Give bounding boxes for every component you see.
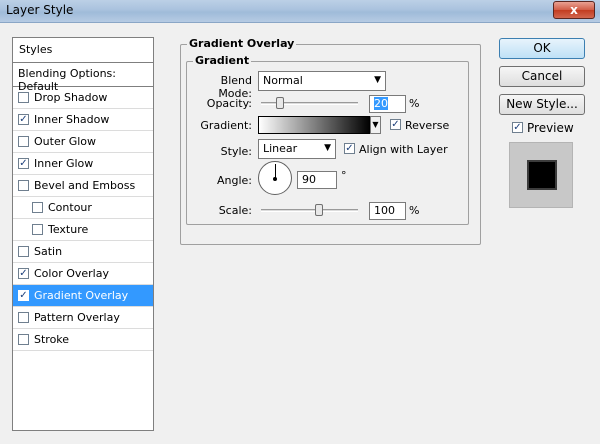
style-item-label: Bevel and Emboss <box>34 179 136 192</box>
style-checkbox[interactable] <box>18 312 29 323</box>
preview-checkbox[interactable] <box>512 122 523 133</box>
style-item-label: Outer Glow <box>34 135 97 148</box>
blend-mode-select[interactable]: Normal ▼ <box>258 71 386 91</box>
gradient-dropdown-icon[interactable]: ▼ <box>370 116 381 134</box>
layer-style-dialog: Styles Blending Options: Default Drop Sh… <box>0 23 600 444</box>
style-checkbox[interactable] <box>18 290 29 301</box>
opacity-value: 20 <box>374 97 388 110</box>
style-checkbox[interactable] <box>32 202 43 213</box>
align-with-layer-checkbox[interactable] <box>344 143 355 154</box>
close-icon: x <box>570 3 578 17</box>
angle-input[interactable]: 90 <box>297 171 337 189</box>
style-checkbox[interactable] <box>18 158 29 169</box>
style-item[interactable]: Drop Shadow <box>13 87 153 109</box>
gradient-picker[interactable] <box>258 116 371 134</box>
styles-header[interactable]: Styles <box>13 38 153 63</box>
style-select[interactable]: Linear ▼ <box>258 139 336 159</box>
scale-label: Scale: <box>218 204 252 217</box>
preview-swatch <box>527 160 557 190</box>
blend-mode-value: Normal <box>263 74 303 87</box>
title-bar: Layer Style x <box>0 0 600 23</box>
chevron-down-icon: ▼ <box>374 75 381 85</box>
new-style-button[interactable]: New Style... <box>499 94 585 115</box>
style-item[interactable]: Satin <box>13 241 153 263</box>
reverse-checkbox[interactable] <box>390 119 401 130</box>
style-item-label: Color Overlay <box>34 267 109 280</box>
scale-slider-track[interactable] <box>261 209 358 212</box>
style-checkbox[interactable] <box>32 224 43 235</box>
style-item-label: Drop Shadow <box>34 91 108 104</box>
style-checkbox[interactable] <box>18 114 29 125</box>
style-item-label: Satin <box>34 245 63 258</box>
angle-unit: ° <box>341 169 347 182</box>
styles-list: Styles Blending Options: Default Drop Sh… <box>12 37 154 431</box>
blending-options-item[interactable]: Blending Options: Default <box>13 63 153 93</box>
style-checkbox[interactable] <box>18 136 29 147</box>
style-checkbox[interactable] <box>18 334 29 345</box>
scale-input[interactable]: 100 <box>369 202 406 220</box>
style-item[interactable]: Gradient Overlay <box>13 285 153 307</box>
style-item-label: Pattern Overlay <box>34 311 120 324</box>
angle-label: Angle: <box>216 174 252 187</box>
style-item-label: Inner Shadow <box>34 113 110 126</box>
close-button[interactable]: x <box>553 1 595 19</box>
opacity-slider-thumb[interactable] <box>276 97 285 109</box>
style-checkbox[interactable] <box>18 246 29 257</box>
style-item[interactable]: Outer Glow <box>13 131 153 153</box>
style-item[interactable]: Color Overlay <box>13 263 153 285</box>
opacity-unit: % <box>409 97 420 110</box>
group-title: Gradient Overlay <box>187 37 297 50</box>
align-with-layer-label: Align with Layer <box>359 143 448 156</box>
style-item[interactable]: Bevel and Emboss <box>13 175 153 197</box>
style-value: Linear <box>263 142 298 155</box>
style-label: Style: <box>220 145 252 158</box>
reverse-label: Reverse <box>405 119 450 132</box>
style-item-label: Texture <box>48 223 89 236</box>
window-title: Layer Style <box>6 3 74 17</box>
style-item[interactable]: Stroke <box>13 329 153 351</box>
style-item-label: Gradient Overlay <box>34 289 129 302</box>
scale-slider-thumb[interactable] <box>315 204 324 216</box>
ok-button[interactable]: OK <box>499 38 585 59</box>
style-item[interactable]: Texture <box>13 219 153 241</box>
style-checkbox[interactable] <box>18 180 29 191</box>
preview-thumbnail <box>509 142 573 208</box>
style-item-label: Contour <box>48 201 92 214</box>
opacity-label: Opacity: <box>206 97 252 110</box>
preview-label: Preview <box>527 121 574 135</box>
style-item[interactable]: Inner Glow <box>13 153 153 175</box>
scale-unit: % <box>409 204 420 217</box>
angle-dial[interactable] <box>258 161 292 195</box>
cancel-button[interactable]: Cancel <box>499 66 585 87</box>
style-item[interactable]: Inner Shadow <box>13 109 153 131</box>
angle-center-dot <box>273 177 277 181</box>
style-item[interactable]: Contour <box>13 197 153 219</box>
opacity-input[interactable]: 20 <box>369 95 406 113</box>
gradient-label: Gradient: <box>200 119 252 132</box>
style-item-label: Stroke <box>34 333 70 346</box>
style-checkbox[interactable] <box>18 268 29 279</box>
style-item-label: Inner Glow <box>34 157 94 170</box>
style-checkbox[interactable] <box>18 92 29 103</box>
style-item[interactable]: Pattern Overlay <box>13 307 153 329</box>
chevron-down-icon: ▼ <box>324 143 331 153</box>
subgroup-title: Gradient <box>193 54 252 67</box>
